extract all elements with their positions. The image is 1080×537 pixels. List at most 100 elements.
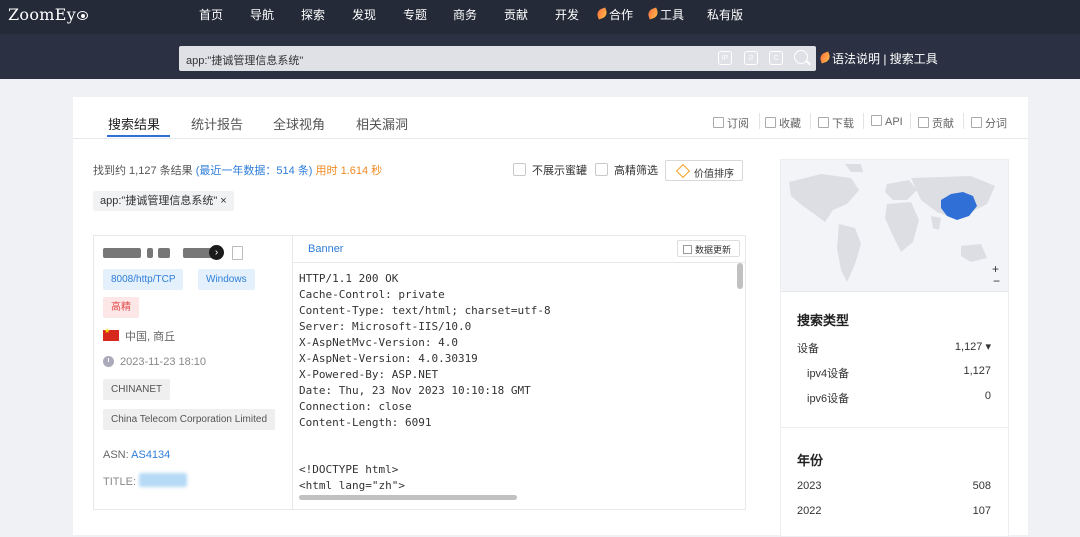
banner-line: X-AspNetMvc-Version: 4.0: [299, 336, 458, 349]
favorite-button[interactable]: 收藏: [765, 115, 801, 131]
tokenize-button[interactable]: 分词: [971, 115, 1007, 131]
ip-address-redacted[interactable]: [103, 248, 217, 258]
title-label: TITLE:: [103, 476, 137, 488]
precise-label: 高精筛选: [614, 165, 658, 177]
banner-panel: Banner 数据更新 HTTP/1.1 200 OK Cache-Contro…: [292, 235, 746, 510]
divider: [963, 113, 964, 129]
results-card: 搜索结果 统计报告 全球视角 相关漏洞 订阅 收藏 下载 API 贡献 分词 找…: [73, 97, 1028, 537]
active-tab-indicator: [107, 135, 170, 137]
org-tag[interactable]: China Telecom Corporation Limited: [103, 409, 276, 430]
banner-content[interactable]: HTTP/1.1 200 OK Cache-Control: private C…: [293, 262, 745, 510]
isp-tag[interactable]: CHINANET: [103, 379, 171, 400]
horizontal-scrollbar[interactable]: [299, 495, 517, 500]
stat-year-2022[interactable]: 2022 107: [797, 505, 991, 517]
banner-line: <!DOCTYPE html>: [299, 463, 399, 476]
subscribe-button[interactable]: 订阅: [713, 115, 749, 131]
nav-develop[interactable]: 开发: [555, 6, 579, 23]
year-title: 年份: [797, 453, 824, 468]
stats-sidebar: + − 搜索类型 设备 1,127 ▾ ipv4设备 1,127 ipv6设备 0 年…: [780, 159, 1009, 537]
precision-tag: 高精: [103, 297, 139, 318]
stat-ipv6[interactable]: ipv6设备 0: [807, 390, 991, 406]
search-icon[interactable]: [794, 50, 808, 64]
nav-explore[interactable]: 探索: [301, 6, 325, 23]
divider: [781, 427, 1008, 428]
bookmark-icon: [713, 117, 724, 128]
tab-global[interactable]: 全球视角: [273, 114, 325, 133]
divider: [863, 113, 864, 129]
world-map-svg: [789, 164, 995, 282]
result-count: 找到约 1,127 条结果: [93, 165, 193, 177]
divider: [759, 113, 760, 129]
api-button[interactable]: API: [871, 115, 903, 128]
result-summary: 找到约 1,127 条结果 (最近一年数据：514 条) 用时 1.614 秒: [93, 162, 382, 178]
location[interactable]: 中国, 商丘: [125, 328, 175, 344]
nav-navigation[interactable]: 导航: [250, 6, 274, 23]
stat-ipv4[interactable]: ipv4设备 1,127: [807, 365, 991, 381]
honeypot-checkbox[interactable]: [513, 163, 526, 176]
banner-tab[interactable]: Banner: [308, 243, 343, 255]
edit-icon: [918, 117, 929, 128]
nav-private[interactable]: 私有版: [707, 6, 743, 23]
precise-checkbox[interactable]: [595, 163, 608, 176]
open-arrow-icon[interactable]: ›: [209, 245, 224, 260]
tab-results[interactable]: 搜索结果: [108, 114, 160, 133]
china-flag-icon: [103, 327, 119, 341]
banner-line: Connection: close: [299, 400, 412, 413]
banner-line: HTTP/1.1 200 OK: [299, 272, 399, 285]
ip-search-icon[interactable]: IP: [718, 51, 732, 65]
query-tag[interactable]: app:"捷诚管理信息系统" ×: [93, 191, 234, 211]
update-data-button[interactable]: 数据更新: [677, 240, 740, 257]
stat-device[interactable]: 设备 1,127 ▾: [797, 340, 991, 356]
main-nav: ZoomEy 首页 导航 探索 发现 专题 商务 贡献 开发 合作 工具 私有版: [0, 0, 1080, 34]
banner-line: Content-Type: text/html; charset=utf-8: [299, 304, 551, 317]
banner-line: Cache-Control: private: [299, 288, 445, 301]
image-search-icon[interactable]: ㄹ: [744, 51, 758, 65]
hot-icon: [646, 7, 660, 20]
search-query[interactable]: app:"捷诚管理信息系统": [186, 52, 303, 68]
link-icon: [871, 115, 882, 126]
banner-line: Content-Length: 6091: [299, 416, 432, 429]
top-header: ZoomEy 首页 导航 探索 发现 专题 商务 贡献 开发 合作 工具 私有版…: [0, 0, 1080, 79]
download-button[interactable]: 下载: [818, 115, 854, 131]
hot-icon: [818, 51, 832, 64]
banner-line: Date: Thu, 23 Nov 2023 10:10:18 GMT: [299, 384, 531, 397]
star-icon: [765, 117, 776, 128]
clock-icon: [103, 356, 114, 367]
stat-year-2023[interactable]: 2023 508: [797, 480, 991, 492]
nav-contribute[interactable]: 贡献: [504, 6, 528, 23]
cert-search-icon[interactable]: C: [769, 51, 783, 65]
logo[interactable]: ZoomEy: [8, 5, 89, 24]
nav-cooperate[interactable]: 合作: [595, 6, 633, 23]
asn-line: ASN: AS4134: [103, 449, 171, 461]
diamond-icon: [675, 163, 691, 179]
contribute-button[interactable]: 贡献: [918, 115, 954, 131]
bracket-icon: [971, 117, 982, 128]
honeypot-label: 不展示蜜罐: [532, 165, 587, 177]
search-input[interactable]: app:"捷诚管理信息系统" IP ㄹ C: [179, 46, 816, 71]
nav-discover[interactable]: 发现: [352, 6, 376, 23]
banner-line: X-Powered-By: ASP.NET: [299, 368, 439, 381]
refresh-icon: [683, 245, 692, 254]
nav-topics[interactable]: 专题: [403, 6, 427, 23]
world-map[interactable]: + −: [781, 160, 1008, 292]
tab-report[interactable]: 统计报告: [191, 114, 243, 133]
tab-vulns[interactable]: 相关漏洞: [356, 114, 408, 133]
os-tag[interactable]: Windows: [198, 269, 255, 290]
banner-line: X-AspNet-Version: 4.0.30319: [299, 352, 478, 365]
title-redacted: [139, 473, 187, 487]
divider: [810, 113, 811, 129]
document-icon[interactable]: [232, 246, 243, 260]
asn-link[interactable]: AS4134: [131, 449, 170, 461]
year-count[interactable]: (最近一年数据：514 条): [196, 165, 313, 177]
query-time: 用时 1.614 秒: [315, 165, 383, 177]
nav-home[interactable]: 首页: [199, 6, 223, 23]
nav-business[interactable]: 商务: [453, 6, 477, 23]
banner-line: Server: Microsoft-IIS/10.0: [299, 320, 472, 333]
nav-tools[interactable]: 工具: [646, 6, 684, 23]
zoom-out-button[interactable]: −: [993, 274, 1000, 288]
hot-icon: [595, 7, 609, 20]
value-sort-button[interactable]: 价值排序: [665, 160, 743, 181]
syntax-links[interactable]: 语法说明 | 搜索工具: [818, 50, 938, 67]
vertical-scrollbar[interactable]: [737, 263, 743, 289]
port-tag[interactable]: 8008/http/TCP: [103, 269, 184, 290]
